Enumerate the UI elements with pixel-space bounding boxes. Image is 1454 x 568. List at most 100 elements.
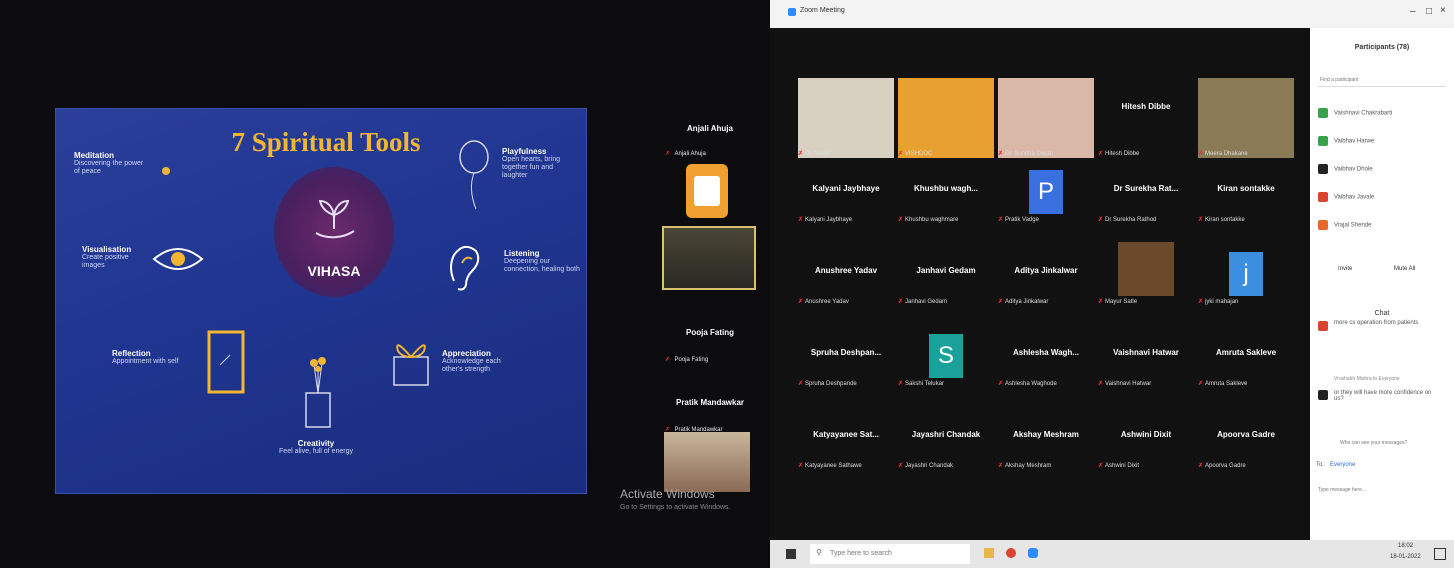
zoom-taskbar-icon[interactable] — [1028, 548, 1038, 558]
activate-windows-subtext: Go to Settings to activate Windows. — [620, 504, 731, 511]
mute-all-button[interactable]: Mute All — [1394, 266, 1415, 272]
participant-tile[interactable]: Janhavi Gedam ✗ Janhavi Gedam — [896, 242, 996, 312]
participant-label: ✗ Pratik Vadge — [998, 216, 1039, 223]
participant-tile[interactable]: Apoorva Gadre ✗ Apoorva Gadre — [1196, 406, 1296, 476]
participant-row[interactable]: Vrajal Shende — [1318, 220, 1448, 234]
mic-muted-icon: ✗ — [1098, 463, 1104, 469]
gallery-name-anjali: Anjali Ahuja — [665, 118, 755, 136]
participant-tile[interactable]: Vaishnavi Hatwar ✗ Vaishnavi Hatwar — [1096, 324, 1196, 394]
video-feed — [898, 78, 994, 158]
participant-row[interactable]: Vaibhav Harwe — [1318, 136, 1448, 150]
participant-name: Vaibhav Javale — [1334, 194, 1375, 201]
chat-message: more cs operation from patients — [1334, 320, 1419, 326]
tool-appreciation: Appreciation Acknowledge each other's st… — [442, 349, 522, 374]
left-screen: 7 Spiritual Tools VIHASA Meditation Disc… — [0, 0, 770, 568]
participant-tile[interactable]: ✗ Dr. Nikhil — [796, 78, 896, 158]
participant-tile[interactable]: Spruha Deshpan... ✗ Spruha Deshpande — [796, 324, 896, 394]
participant-tile[interactable]: ✗ Meera Dhakane — [1196, 78, 1296, 158]
participant-tile[interactable]: Amruta Sakleve ✗ Amruta Sakleve — [1196, 324, 1296, 394]
who-can-see-link[interactable]: Who can see your messages? — [1340, 440, 1407, 446]
participant-row[interactable]: Vaibhav Dhole — [1318, 164, 1448, 178]
participant-tile[interactable]: Kalyani Jaybhaye ✗ Kalyani Jaybhaye — [796, 160, 896, 230]
mic-muted-icon: ✗ — [898, 381, 904, 387]
presentation-slide: 7 Spiritual Tools VIHASA Meditation Disc… — [55, 108, 587, 494]
participant-tile[interactable]: ✗ VISHDOC — [896, 78, 996, 158]
windows-start-icon[interactable] — [786, 549, 796, 559]
participant-tile[interactable]: Kiran sontakke ✗ Kiran sontakke — [1196, 160, 1296, 230]
participant-name: Vaibhav Harwe — [1334, 138, 1375, 145]
tool-description: Acknowledge each other's strength — [442, 358, 501, 373]
participant-tile[interactable]: Katyayanee Sat... ✗ Katyayanee Sathawe — [796, 406, 896, 476]
chrome-icon[interactable] — [1006, 548, 1016, 558]
participant-tile[interactable]: Ashlesha Wagh... ✗ Ashlesha Waghode — [996, 324, 1096, 394]
avatar — [1318, 108, 1328, 118]
tool-heading: Meditation — [74, 151, 114, 160]
participant-tile[interactable]: ✗ Dr. Sunitha Diwan — [996, 78, 1096, 158]
participant-tile[interactable]: Hitesh Dibbe ✗ Hitesh Dibbe — [1096, 78, 1196, 157]
avatar — [1318, 321, 1328, 331]
participant-name: Vaishnavi Hatwar — [1113, 348, 1179, 357]
participant-label-text: Janhavi Gedam — [905, 299, 948, 305]
gallery-name-pratik: Pratik Mandawkar — [665, 392, 755, 410]
tool-description: Discovering the power of peace — [74, 160, 144, 175]
vase-icon — [305, 357, 331, 428]
participant-label-text: Dr. Nikhil — [805, 151, 830, 157]
participant-tile[interactable]: Dr Surekha Rat... ✗ Dr Surekha Rathod — [1096, 160, 1196, 230]
tool-heading: Playfulness — [502, 147, 547, 156]
mic-muted-icon: ✗ — [798, 151, 804, 157]
video-feed — [1118, 242, 1174, 296]
participant-label: ✗ Mayur Satle — [1098, 298, 1137, 305]
tool-heading: Creativity — [297, 439, 335, 448]
participant-name: Vaibhav Dhole — [1334, 166, 1373, 173]
participant-label: ✗ Khushbu waghmare — [898, 216, 958, 223]
participant-label: ✗ Spruha Deshpande — [798, 380, 857, 387]
participant-tile[interactable]: Anushree Yadav ✗ Anushree Yadav — [796, 242, 896, 312]
participant-tile[interactable]: Aditya Jinkalwar ✗ Aditya Jinkalwar — [996, 242, 1096, 312]
taskbar-search[interactable]: ⚲ Type here to search — [810, 544, 970, 564]
participant-label-text: Apoorva Gadre — [1205, 463, 1246, 469]
participant-tile[interactable]: ✗ Mayur Satle — [1096, 242, 1196, 312]
participant-label: ✗ Amruta Sakleve — [1198, 380, 1247, 387]
participant-tile[interactable]: P ✗ Pratik Vadge — [996, 160, 1096, 230]
tool-playfulness: Playfulness Open hearts, bring together … — [502, 147, 580, 180]
title-bar: Zoom Meeting – □ × — [770, 0, 1454, 28]
participant-name: Aditya Jinkalwar — [1014, 266, 1078, 275]
participant-label: ✗ Ashwini Dixit — [1098, 462, 1139, 469]
participant-label: ✗ Dr. Nikhil — [798, 150, 829, 157]
taskbar: ⚲ Type here to search 18:02 18-01-2022 — [770, 540, 1454, 568]
participant-tile[interactable]: Ashwini Dixit ✗ Ashwini Dixit — [1096, 406, 1196, 476]
participant-label: ✗ Anushree Yadav — [798, 298, 849, 305]
tool-description: Feel alive, full of energy — [279, 448, 353, 455]
chat-message: or they will have more confidence on us? — [1334, 390, 1432, 402]
mic-muted-icon: ✗ — [898, 463, 904, 469]
vishdoc-avatar — [686, 164, 728, 218]
file-explorer-icon[interactable] — [984, 548, 994, 558]
maximize-icon[interactable]: □ — [1426, 6, 1432, 17]
chat-message-input[interactable] — [1316, 484, 1450, 496]
participant-tile[interactable]: Khushbu wagh... ✗ Khushbu waghmare — [896, 160, 996, 230]
participant-tile[interactable]: Akshay Meshram ✗ Akshay Meshram — [996, 406, 1096, 476]
participant-label: Pooja Fating — [674, 357, 709, 363]
participant-row[interactable]: Vaishnavi Chakrabarti — [1318, 108, 1448, 122]
mirror-icon — [207, 330, 245, 394]
video-tile — [662, 226, 756, 290]
participant-tile[interactable]: Jayashri Chandak ✗ Jayashri Chandak — [896, 406, 996, 476]
participant-label: ✗ Apoorva Gadre — [1198, 462, 1246, 469]
close-icon[interactable]: × — [1440, 5, 1446, 16]
participant-name: Apoorva Gadre — [1217, 430, 1275, 439]
participant-label-text: Spruha Deshpande — [805, 381, 857, 387]
participant-name: Vrajal Shende — [1334, 222, 1372, 229]
minimize-icon[interactable]: – — [1410, 6, 1416, 17]
mic-muted-icon: ✗ — [898, 299, 904, 305]
participant-label-text: jyki mahajan — [1205, 299, 1239, 305]
participant-search-input[interactable] — [1318, 74, 1446, 87]
participant-label: Anjali Ahuja — [674, 151, 706, 157]
notifications-icon[interactable] — [1434, 548, 1446, 560]
video-tile — [664, 432, 750, 492]
recipient-dropdown[interactable]: Everyone — [1330, 462, 1355, 468]
participant-tile[interactable]: S ✗ Sakshi Telukar — [896, 324, 996, 394]
invite-button[interactable]: Invite — [1338, 266, 1352, 272]
participant-row[interactable]: Vaibhav Javale — [1318, 192, 1448, 206]
mic-muted-icon: ✗ — [898, 217, 904, 223]
participant-tile[interactable]: j ✗ jyki mahajan — [1196, 242, 1296, 312]
